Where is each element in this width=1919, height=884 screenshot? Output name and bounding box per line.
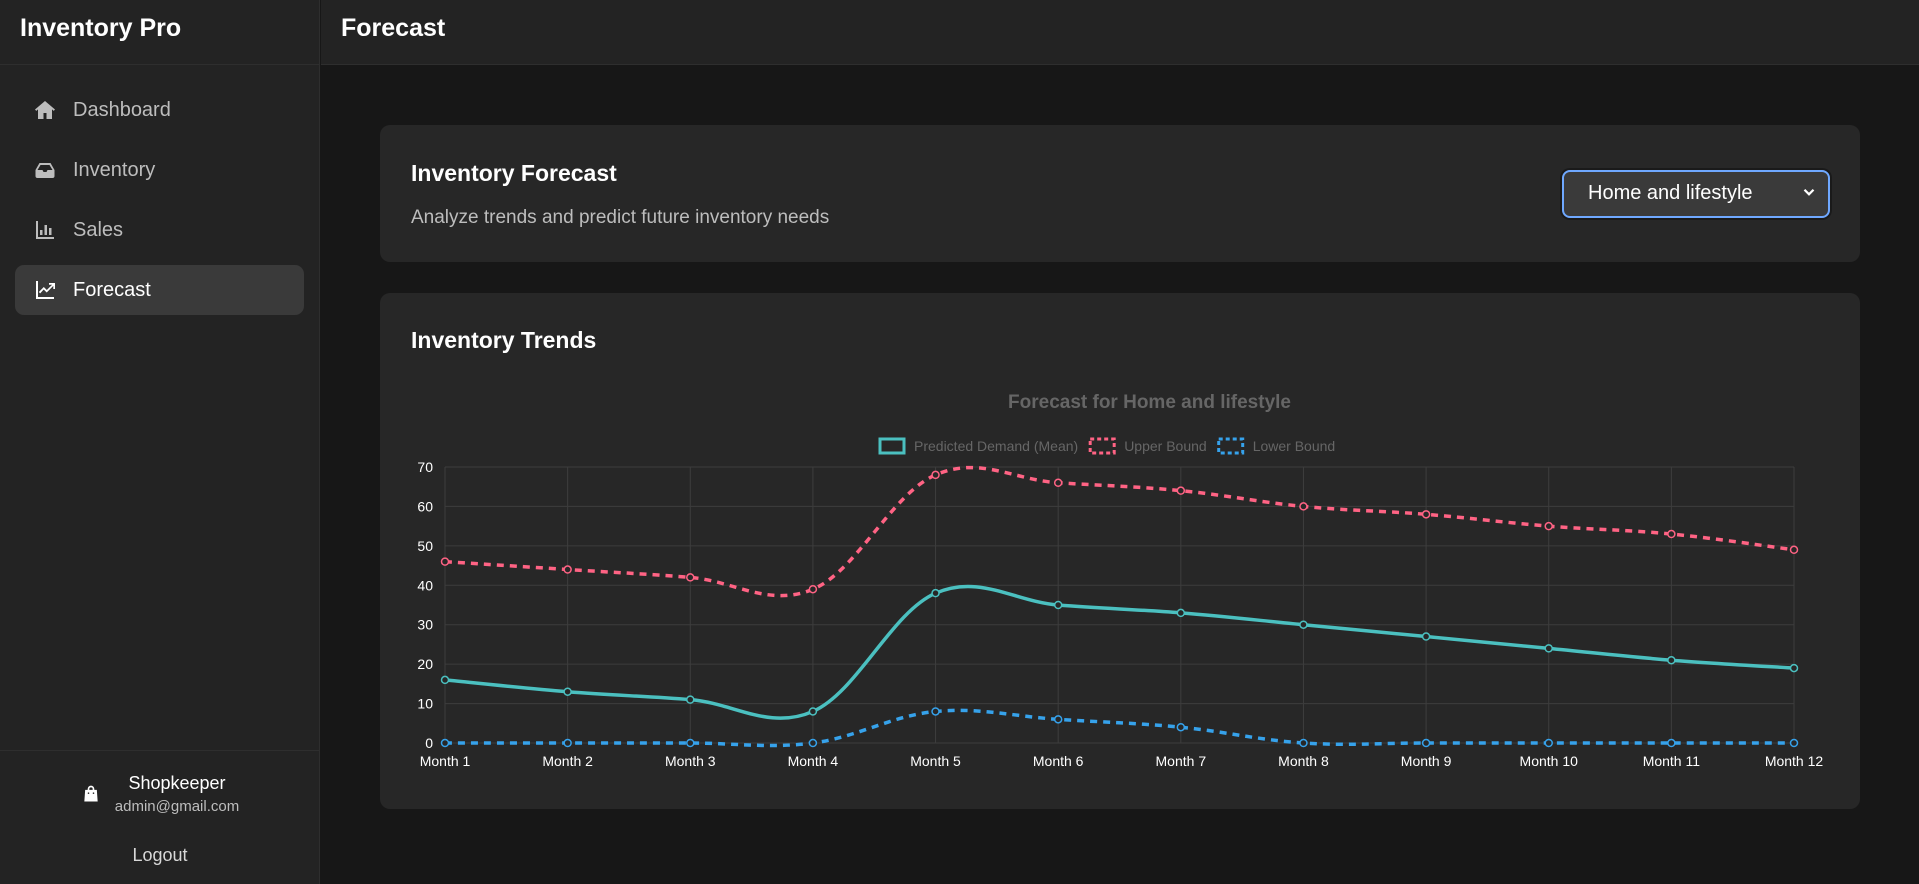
data-point <box>563 687 572 696</box>
data-point <box>686 738 695 748</box>
x-tick-label: Month 6 <box>1033 753 1084 769</box>
data-point <box>1176 608 1186 618</box>
sidebar-item-label: Inventory <box>73 158 156 181</box>
x-tick-label: Month 7 <box>1156 753 1207 769</box>
legend-swatch <box>1217 437 1245 455</box>
x-tick-label: Month 1 <box>420 753 471 769</box>
category-select[interactable]: Home and lifestyle <box>1562 170 1830 218</box>
data-point <box>1176 722 1186 732</box>
user-email: admin@gmail.com <box>114 798 240 815</box>
data-point <box>1421 632 1431 641</box>
app-title: Inventory Pro <box>0 0 319 65</box>
forecast-line-chart: Forecast for Home and lifestyle Predicted… <box>417 392 1824 769</box>
data-point <box>1299 738 1308 748</box>
x-tick-label: Month 11 <box>1643 753 1701 769</box>
sidebar-item-label: Forecast <box>73 278 151 301</box>
sidebar: Inventory Pro Dashboard Inventory Sales … <box>0 0 320 884</box>
data-point <box>1544 521 1553 531</box>
chevron-down-icon <box>1803 188 1815 196</box>
data-point <box>1789 545 1799 555</box>
logout-button[interactable]: Logout <box>0 845 320 866</box>
page-title: Forecast <box>321 0 1919 65</box>
user-panel: Shopkeeper admin@gmail.com Logout <box>0 750 320 884</box>
series-line-3 <box>444 708 1794 748</box>
sidebar-item-forecast[interactable]: Forecast <box>15 265 304 315</box>
category-select-value: Home and lifestyle <box>1588 182 1753 204</box>
y-tick-label: 30 <box>417 617 433 633</box>
data-point <box>1053 600 1063 610</box>
data-point <box>1176 486 1186 495</box>
x-tick-label: Month 9 <box>1401 753 1452 769</box>
data-point <box>563 738 572 748</box>
data-point <box>1299 502 1308 511</box>
legend-label: Lower Bound <box>1253 438 1336 454</box>
data-point <box>1667 529 1676 539</box>
data-point <box>440 738 450 748</box>
data-point <box>1667 655 1676 665</box>
y-tick-label: 50 <box>417 538 433 554</box>
data-point <box>440 557 450 566</box>
data-point <box>1544 738 1553 748</box>
legend-label: Predicted Demand (Mean) <box>914 438 1078 454</box>
data-point <box>1544 644 1553 653</box>
x-tick-label: Month 5 <box>910 753 961 769</box>
y-tick-label: 40 <box>417 577 433 593</box>
data-point <box>440 675 450 685</box>
home-icon <box>33 98 57 122</box>
data-point <box>808 738 818 748</box>
x-tick-label: Month 4 <box>788 753 839 769</box>
forecast-header-card: Inventory Forecast Analyze trends and pr… <box>380 125 1860 262</box>
sidebar-nav: Dashboard Inventory Sales Forecast <box>0 65 319 315</box>
x-tick-label: Month 8 <box>1278 753 1329 769</box>
data-point <box>808 584 818 594</box>
y-tick-label: 10 <box>417 696 433 712</box>
inbox-icon <box>33 158 57 182</box>
x-tick-label: Month 3 <box>665 753 716 769</box>
sidebar-item-inventory[interactable]: Inventory <box>15 145 304 195</box>
bar-chart-icon <box>33 218 57 242</box>
trends-card: Inventory Trends Forecast for Home and l… <box>380 293 1860 809</box>
data-point <box>931 707 940 716</box>
data-point <box>686 695 695 704</box>
legend-label: Upper Bound <box>1124 438 1207 454</box>
data-point <box>563 565 572 574</box>
data-point <box>931 470 940 480</box>
data-point <box>1053 715 1063 724</box>
forecast-card-subtitle: Analyze trends and predict future invent… <box>411 207 830 228</box>
sidebar-item-dashboard[interactable]: Dashboard <box>15 85 304 135</box>
x-tick-label: Month 10 <box>1520 753 1579 769</box>
data-point <box>1421 738 1431 748</box>
chart-title: Forecast for Home and lifestyle <box>1008 392 1291 413</box>
legend-swatch <box>878 437 906 455</box>
data-point <box>931 588 940 598</box>
data-point <box>1667 738 1676 748</box>
x-tick-label: Month 12 <box>1765 753 1824 769</box>
trend-chart-icon <box>33 278 57 302</box>
user-name: Shopkeeper <box>128 773 226 793</box>
y-tick-label: 60 <box>417 498 433 514</box>
sidebar-item-label: Dashboard <box>73 98 171 121</box>
sidebar-item-sales[interactable]: Sales <box>15 205 304 255</box>
series-line-2 <box>444 465 1795 598</box>
forecast-card-title: Inventory Forecast <box>411 160 617 186</box>
y-tick-label: 70 <box>417 459 433 475</box>
data-point <box>1421 510 1431 519</box>
data-point <box>1789 663 1799 673</box>
data-point <box>808 707 818 716</box>
y-tick-label: 0 <box>425 735 433 751</box>
x-tick-label: Month 2 <box>542 753 593 769</box>
series-line-1 <box>444 584 1795 720</box>
data-point <box>686 573 695 582</box>
legend-swatch <box>1088 437 1116 455</box>
data-point <box>1299 620 1308 629</box>
shopping-bag-icon <box>81 784 101 804</box>
data-point <box>1053 478 1063 488</box>
data-point <box>1789 738 1799 748</box>
sidebar-item-label: Sales <box>73 218 124 241</box>
y-tick-label: 20 <box>417 656 433 672</box>
